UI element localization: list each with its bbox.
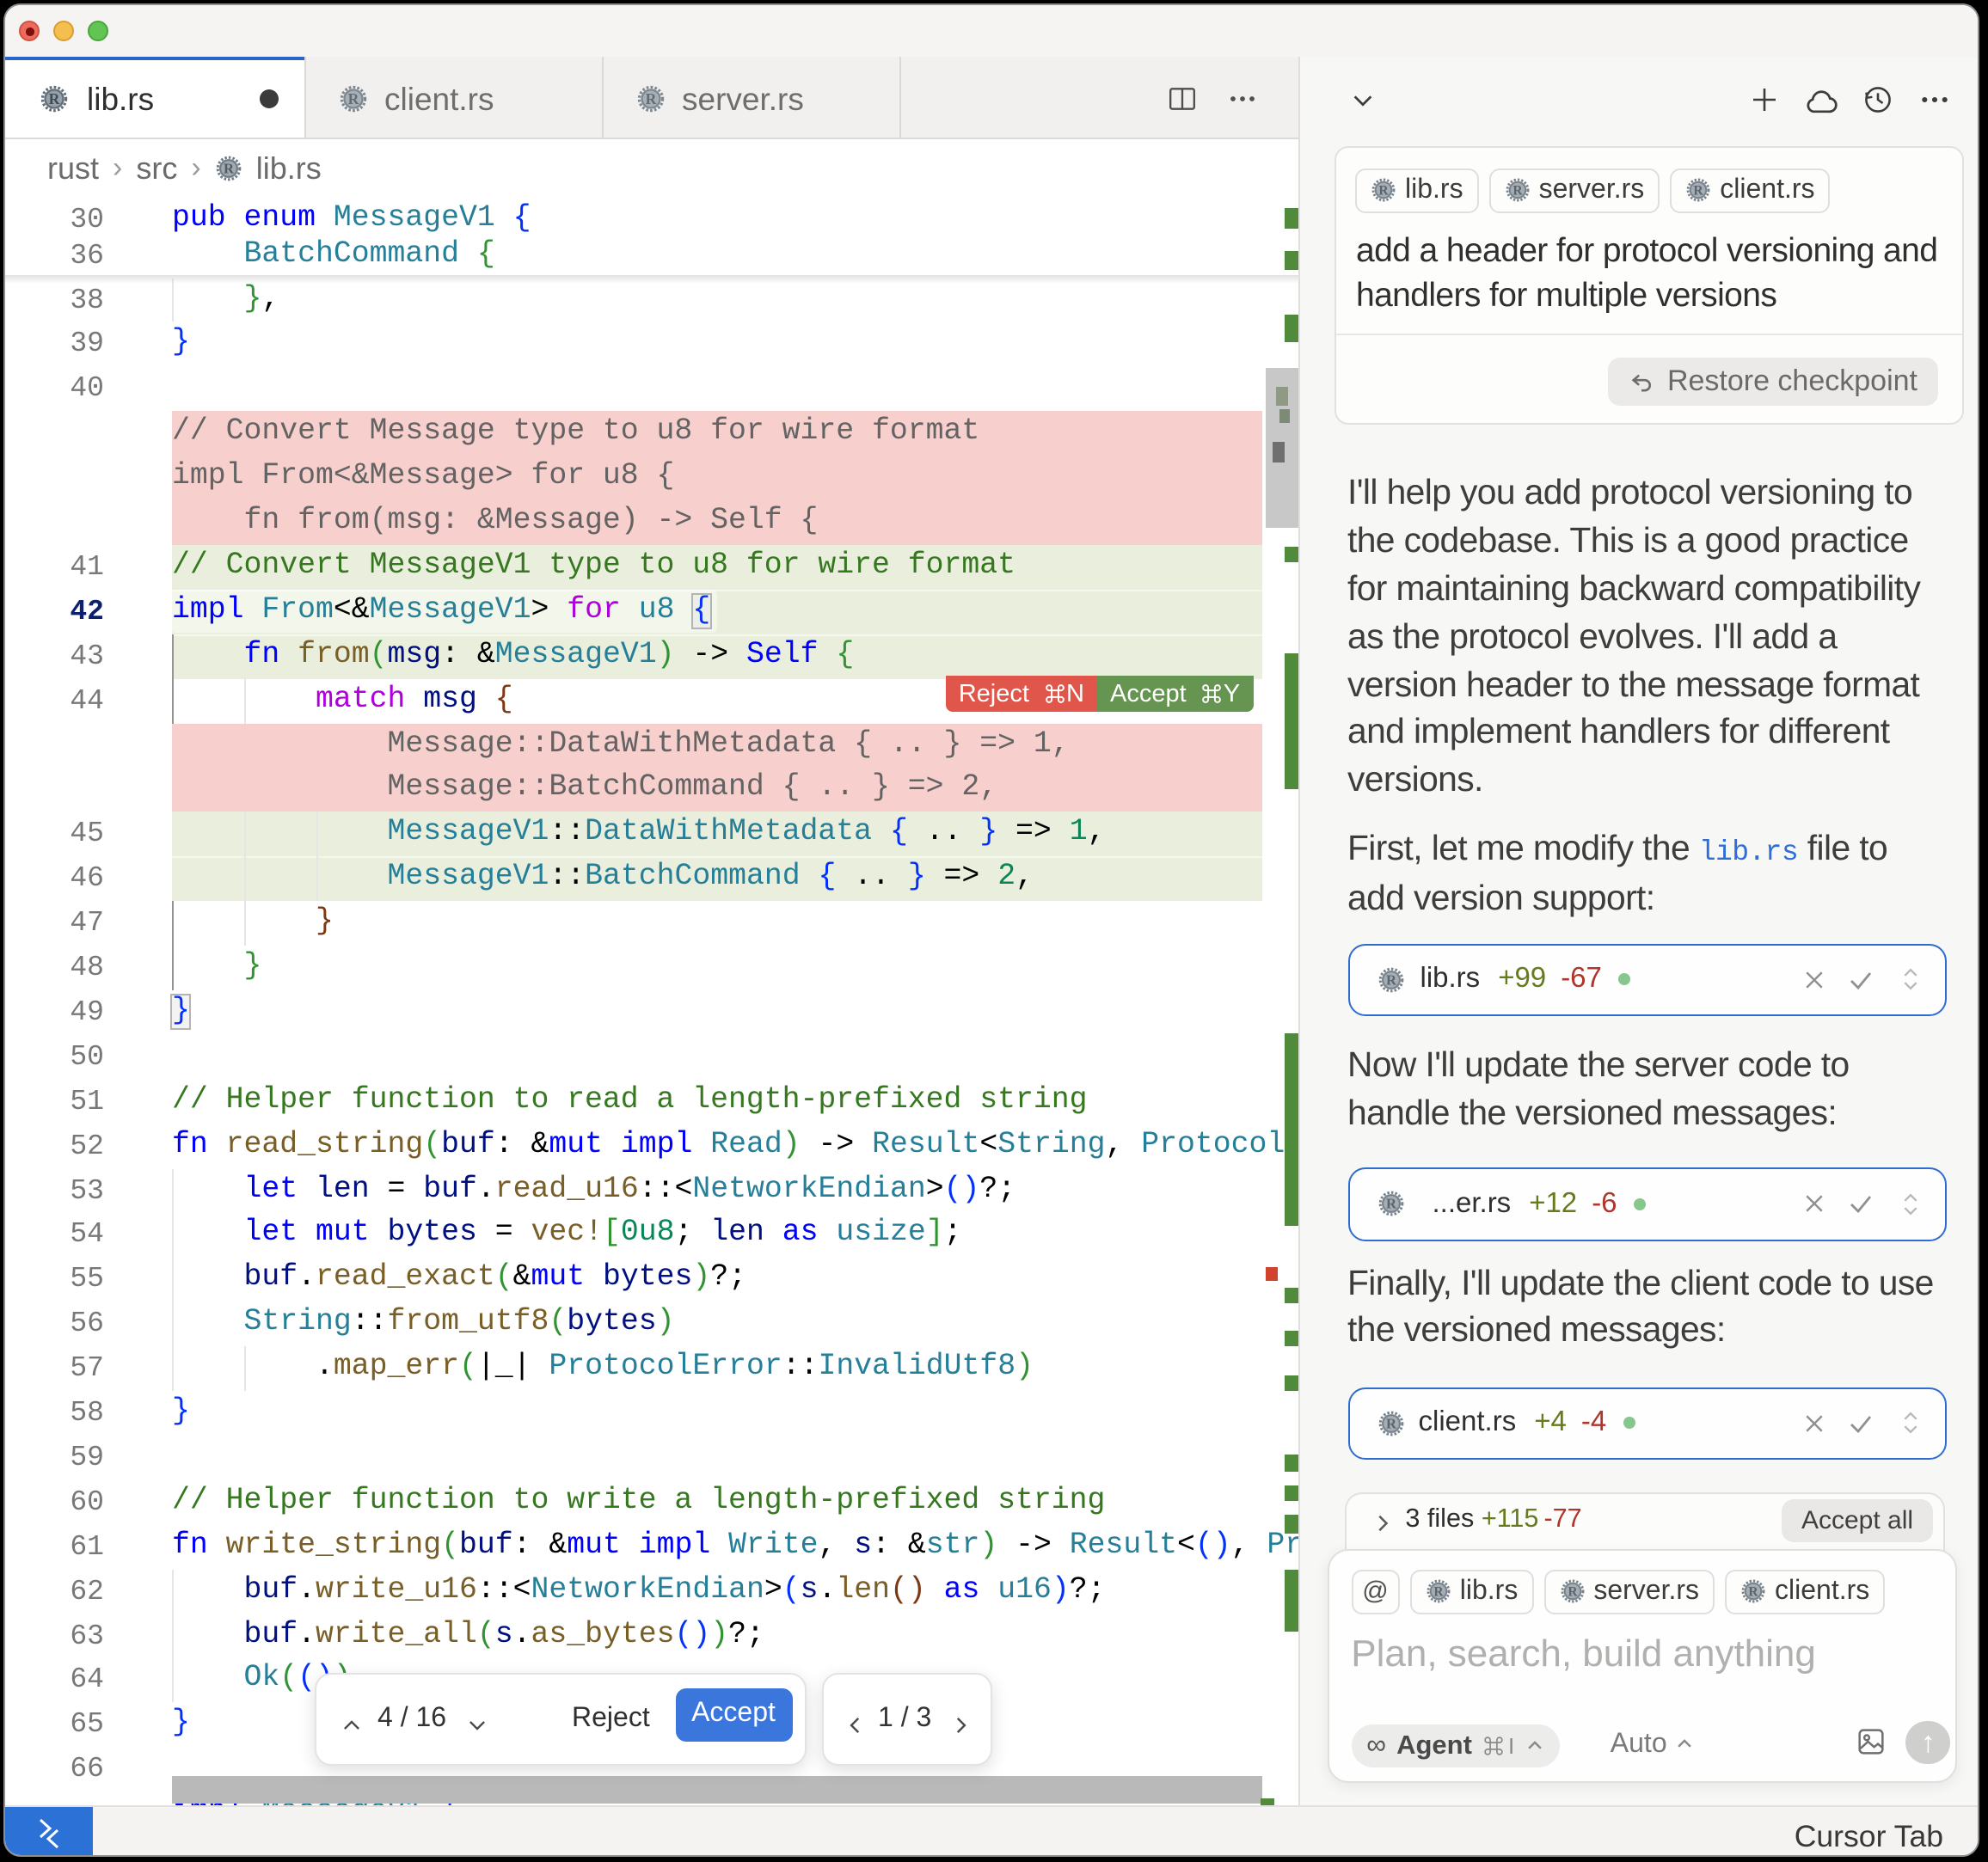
svg-text:R: R — [347, 91, 359, 108]
svg-text:R: R — [1433, 1585, 1444, 1600]
svg-text:R: R — [1385, 971, 1396, 988]
svg-text:R: R — [1748, 1585, 1758, 1600]
svg-text:R: R — [1694, 184, 1704, 199]
svg-text:R: R — [1385, 1197, 1396, 1213]
svg-text:R: R — [1512, 184, 1523, 199]
svg-text:R: R — [1568, 1585, 1578, 1600]
svg-text:R: R — [48, 91, 59, 108]
svg-text:R: R — [1378, 184, 1389, 199]
svg-text:R: R — [645, 91, 656, 108]
svg-text:R: R — [1385, 1415, 1396, 1431]
svg-text:R: R — [224, 161, 235, 177]
